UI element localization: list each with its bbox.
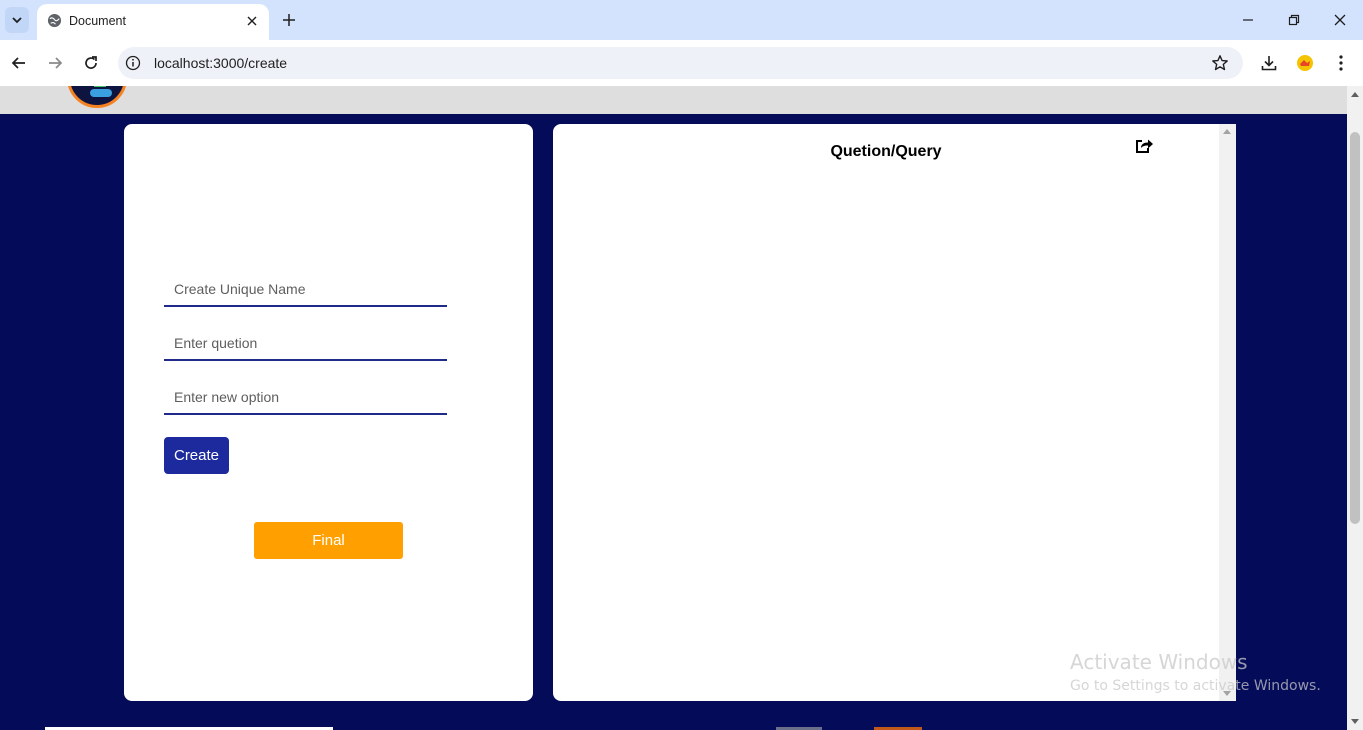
final-button[interactable]: Final (254, 522, 403, 559)
forward-arrow-icon (49, 57, 63, 69)
scroll-down-arrow[interactable] (1351, 719, 1359, 724)
page-scrollbar[interactable] (1347, 86, 1363, 730)
url-text[interactable]: localhost:3000/create (154, 55, 287, 71)
scroll-up-arrow[interactable] (1351, 92, 1359, 97)
downloads-button[interactable] (1258, 52, 1280, 74)
address-bar[interactable]: localhost:3000/create (118, 47, 1243, 79)
globe-icon (47, 13, 62, 28)
site-header (0, 86, 1347, 114)
star-icon[interactable] (1211, 54, 1229, 72)
tab-list-button[interactable] (5, 7, 29, 33)
restore-button[interactable] (1282, 8, 1306, 32)
create-form-card: Create Final (124, 124, 533, 701)
page-viewport: Create Final Quetion/Query (0, 86, 1347, 730)
reload-icon (85, 56, 97, 69)
close-icon (247, 16, 257, 26)
windows-activation-watermark: Activate Windows Go to Settings to activ… (1070, 650, 1321, 694)
new-tab-button[interactable] (279, 10, 299, 30)
extension-button[interactable] (1294, 52, 1316, 74)
scrollbar-thumb[interactable] (1350, 132, 1360, 524)
option-field[interactable] (164, 381, 447, 415)
share-icon[interactable] (1134, 137, 1154, 155)
watermark-subtitle: Go to Settings to activate Windows. (1070, 678, 1321, 694)
plus-icon (283, 14, 295, 26)
tab-title: Document (69, 14, 126, 28)
question-field[interactable] (164, 327, 447, 361)
minimize-button[interactable] (1236, 8, 1260, 32)
info-icon[interactable] (125, 55, 141, 71)
option-input[interactable] (164, 381, 447, 413)
preview-scrollbar[interactable] (1219, 124, 1236, 701)
browser-tab[interactable]: Document (37, 4, 269, 40)
back-button[interactable] (7, 51, 31, 75)
create-button[interactable]: Create (164, 437, 229, 474)
tab-close-button[interactable] (244, 13, 260, 29)
unique-name-field[interactable] (164, 273, 447, 307)
unique-name-input[interactable] (164, 273, 447, 305)
preview-title: Quetion/Query (830, 143, 942, 160)
back-arrow-icon (11, 57, 25, 69)
close-icon (1334, 14, 1346, 26)
browser-menu-button[interactable] (1330, 52, 1352, 74)
download-icon (1261, 56, 1277, 71)
watermark-title: Activate Windows (1070, 650, 1248, 674)
minimize-icon (1243, 19, 1253, 21)
reload-button[interactable] (79, 51, 103, 75)
chevron-down-icon (12, 17, 22, 24)
extension-icon (1297, 55, 1313, 71)
close-window-button[interactable] (1328, 8, 1352, 32)
forward-button[interactable] (43, 51, 67, 75)
browser-tab-bar: Document (0, 0, 1363, 40)
restore-icon (1288, 14, 1300, 26)
site-logo[interactable] (67, 86, 127, 108)
question-input[interactable] (164, 327, 447, 359)
browser-toolbar: localhost:3000/create (0, 40, 1363, 86)
question-preview-card: Quetion/Query (553, 124, 1236, 701)
kebab-menu-icon (1339, 55, 1343, 71)
